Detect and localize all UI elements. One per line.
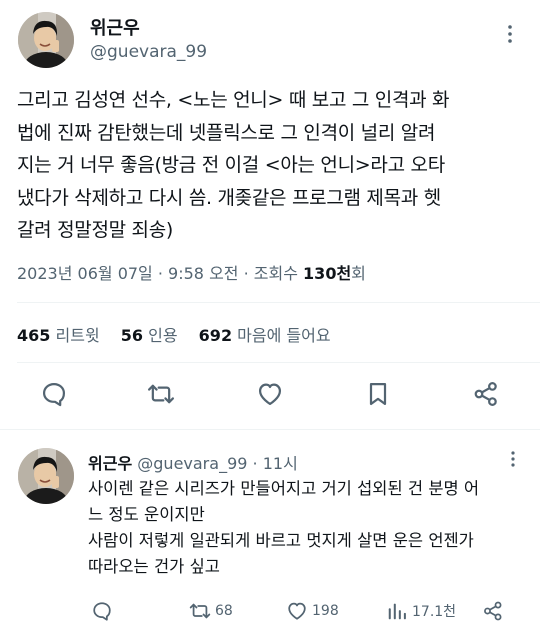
reply-text-line: 사이렌 같은 시리즈가 만들어지고 거기 섭외된 건 분명 어 (88, 479, 480, 498)
avatar-photo (18, 12, 74, 68)
quotes-count[interactable]: 56 (121, 326, 143, 345)
views-label: 조회수 (253, 264, 298, 283)
tweet-text: 그리고 김성연 선수, <노는 언니> 때 보고 그 인격과 화 법에 진짜 감… (17, 84, 525, 247)
more-options-icon[interactable] (504, 24, 516, 44)
reply-retweet-button[interactable]: 68 (189, 600, 233, 622)
reply-share-button[interactable] (482, 600, 504, 622)
like-icon[interactable] (256, 380, 284, 408)
quotes-label[interactable]: 인용 (148, 326, 177, 345)
views-suffix: 회 (351, 264, 366, 283)
reply-retweet-count: 68 (215, 603, 233, 619)
reply-author-avatar[interactable] (18, 448, 74, 504)
author-handle[interactable]: @guevara_99 (90, 42, 207, 62)
tweet-time[interactable]: 9:58 오전 (168, 264, 238, 283)
retweet-icon[interactable] (147, 380, 175, 408)
tweet-text-line: 법에 진짜 감탄했는데 넷플릭스로 그 인격이 널리 알려 (17, 121, 436, 144)
reply-like-count: 198 (312, 603, 339, 619)
tweet-date[interactable]: 2023년 06월 07일 (17, 264, 153, 283)
reply-text-line: 사람이 저렇게 일관되게 바르고 멋지게 살면 운은 언젠가 (88, 531, 474, 550)
tweet-text-line: 냈다가 삭제하고 다시 씀. 개좆같은 프로그램 제목과 헷 (17, 186, 441, 209)
tweet-meta: 2023년 06월 07일 · 9:58 오전 · 조회수 130천회 (17, 260, 366, 284)
reply-text-line: 느 정도 운이지만 (88, 505, 205, 524)
views-count: 130천 (303, 264, 352, 283)
divider (17, 362, 540, 363)
reply-tweet[interactable]: 위근우 @guevara_99 · 11시 사이렌 같은 시리즈가 만들어지고 … (0, 430, 540, 640)
retweets-count[interactable]: 465 (17, 326, 50, 345)
reply-time[interactable]: 11시 (263, 454, 298, 473)
engagement-stats: 465 리트윗 56 인용 692 마음에 들어요 (17, 322, 347, 346)
main-tweet: 위근우 @guevara_99 그리고 김성연 선수, <노는 언니> 때 보고… (0, 0, 540, 428)
reply-icon (91, 600, 113, 622)
reply-author-handle[interactable]: @guevara_99 (137, 454, 247, 473)
reply-views-button[interactable]: 17.1천 (386, 600, 456, 622)
retweet-icon (189, 600, 211, 622)
tweet-text-line: 갈려 정말정말 죄송) (17, 219, 174, 241)
meta-separator: · (243, 264, 254, 283)
retweets-label[interactable]: 리트윗 (56, 326, 100, 345)
meta-separator: · (157, 264, 169, 283)
reply-header: 위근우 @guevara_99 · 11시 (88, 450, 298, 474)
header-separator: · (252, 454, 258, 473)
tweet-text-line: 지는 거 너무 좋음(방금 전 이걸 <아는 언니>라고 오타 (17, 154, 445, 176)
share-icon[interactable] (472, 380, 500, 408)
tweet-action-bar (0, 380, 540, 416)
like-icon (286, 600, 308, 622)
reply-like-button[interactable]: 198 (286, 600, 339, 622)
reply-reply-button[interactable] (91, 600, 117, 622)
analytics-icon (386, 600, 408, 622)
reply-action-bar: 68 198 17.1천 (0, 600, 540, 624)
reply-author-name[interactable]: 위근우 (88, 454, 132, 473)
avatar-photo (18, 448, 74, 504)
reply-icon[interactable] (40, 380, 68, 408)
likes-count[interactable]: 692 (199, 326, 232, 345)
divider (17, 302, 540, 303)
bookmark-icon[interactable] (364, 380, 392, 408)
tweet-text-line: 그리고 김성연 선수, <노는 언니> 때 보고 그 인격과 화 (17, 89, 450, 111)
likes-label[interactable]: 마음에 들어요 (237, 326, 330, 345)
more-options-icon[interactable] (507, 450, 519, 468)
author-name[interactable]: 위근우 (90, 14, 140, 40)
author-avatar[interactable] (18, 12, 74, 68)
reply-text: 사이렌 같은 시리즈가 만들어지고 거기 섭외된 건 분명 어 느 정도 운이지… (88, 476, 528, 580)
reply-text-line: 따라오는 건가 싶고 (88, 557, 220, 576)
reply-views-count: 17.1천 (412, 604, 457, 620)
share-icon (482, 600, 504, 622)
